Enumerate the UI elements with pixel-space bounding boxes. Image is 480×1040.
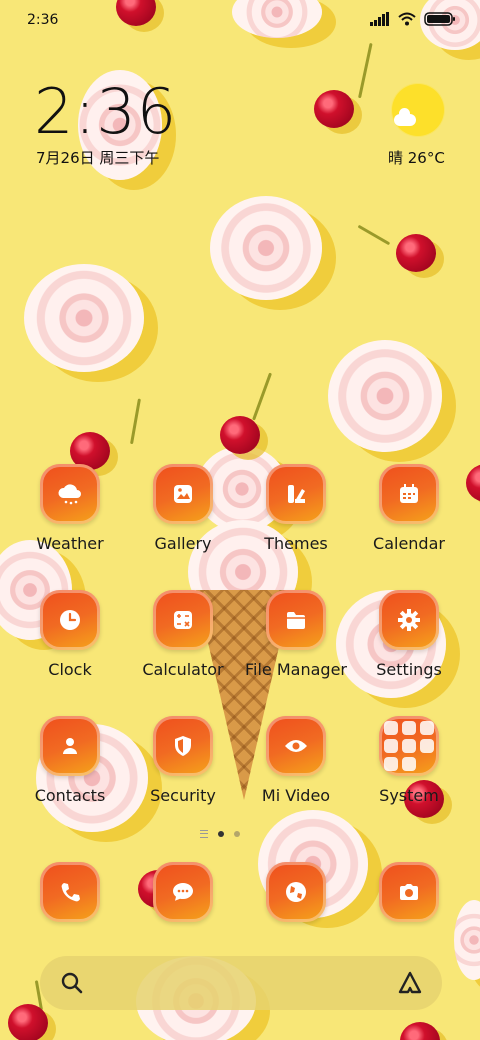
app-system-folder[interactable]: System — [353, 716, 465, 805]
signal-icon — [370, 12, 389, 26]
themes-icon — [266, 464, 326, 524]
clock-widget-date: 7月26日 周三下午 — [36, 149, 160, 167]
cloud-icon — [394, 108, 416, 126]
app-label: Settings — [376, 660, 442, 679]
gallery-icon — [153, 464, 213, 524]
cherry-decoration — [400, 1022, 440, 1040]
app-label: Security — [150, 786, 216, 805]
gear-icon — [379, 590, 439, 650]
dock-browser[interactable] — [240, 862, 352, 922]
app-label: Contacts — [34, 786, 106, 805]
contacts-icon — [40, 716, 100, 776]
battery-icon — [424, 12, 455, 26]
status-time: 2:36 — [27, 12, 59, 28]
app-label: Themes — [264, 534, 328, 553]
app-clock[interactable]: Clock — [14, 590, 126, 679]
browser-icon — [266, 862, 326, 922]
weather-widget-text: 晴 26°C — [388, 149, 445, 167]
folder-icon — [266, 590, 326, 650]
calculator-icon — [153, 590, 213, 650]
rose-decoration — [24, 264, 144, 372]
rose-decoration — [210, 196, 322, 300]
app-calculator[interactable]: Calculator — [127, 590, 239, 679]
status-bar: 2:36 — [0, 0, 480, 40]
dock-messages[interactable] — [127, 862, 239, 922]
calendar-icon — [379, 464, 439, 524]
page-indicator[interactable] — [200, 830, 240, 838]
app-label: System — [379, 786, 439, 805]
app-calendar[interactable]: Calendar — [353, 464, 465, 553]
app-settings[interactable]: Settings — [353, 590, 465, 679]
clock-icon — [40, 590, 100, 650]
dock-camera[interactable] — [353, 862, 465, 922]
cherry-decoration — [314, 90, 354, 128]
clock-widget-time[interactable]: 2:36 — [34, 80, 177, 144]
cherry-decoration — [220, 416, 260, 454]
app-gallery[interactable]: Gallery — [127, 464, 239, 553]
page-dot — [234, 831, 240, 837]
search-bar[interactable] — [40, 956, 442, 1010]
cherry-decoration — [396, 234, 436, 272]
eye-icon — [266, 716, 326, 776]
page-dot-active — [218, 831, 224, 837]
app-label: Mi Video — [261, 786, 331, 805]
app-security[interactable]: Security — [127, 716, 239, 805]
app-contacts[interactable]: Contacts — [14, 716, 126, 805]
cherry-decoration — [466, 464, 480, 502]
weather-icon — [40, 464, 100, 524]
app-label: File Manager — [245, 660, 347, 679]
app-label: Clock — [48, 660, 92, 679]
camera-icon — [379, 862, 439, 922]
shield-icon — [153, 716, 213, 776]
app-weather[interactable]: Weather — [14, 464, 126, 553]
app-label: Gallery — [154, 534, 212, 553]
message-icon — [153, 862, 213, 922]
app-label: Weather — [36, 534, 104, 553]
wifi-icon — [398, 12, 416, 26]
phone-icon — [40, 862, 100, 922]
menu-lines-icon — [200, 830, 208, 838]
app-file-manager[interactable]: File Manager — [240, 590, 352, 679]
app-label: Calculator — [142, 660, 224, 679]
app-mi-video[interactable]: Mi Video — [240, 716, 352, 805]
app-themes[interactable]: Themes — [240, 464, 352, 553]
dock-phone[interactable] — [14, 862, 126, 922]
app-label: Calendar — [373, 534, 445, 553]
search-icon[interactable] — [60, 971, 84, 995]
assistant-icon[interactable] — [396, 970, 424, 996]
folder-grid-icon — [379, 716, 439, 776]
cherry-decoration — [8, 1004, 48, 1040]
rose-decoration — [328, 340, 442, 452]
